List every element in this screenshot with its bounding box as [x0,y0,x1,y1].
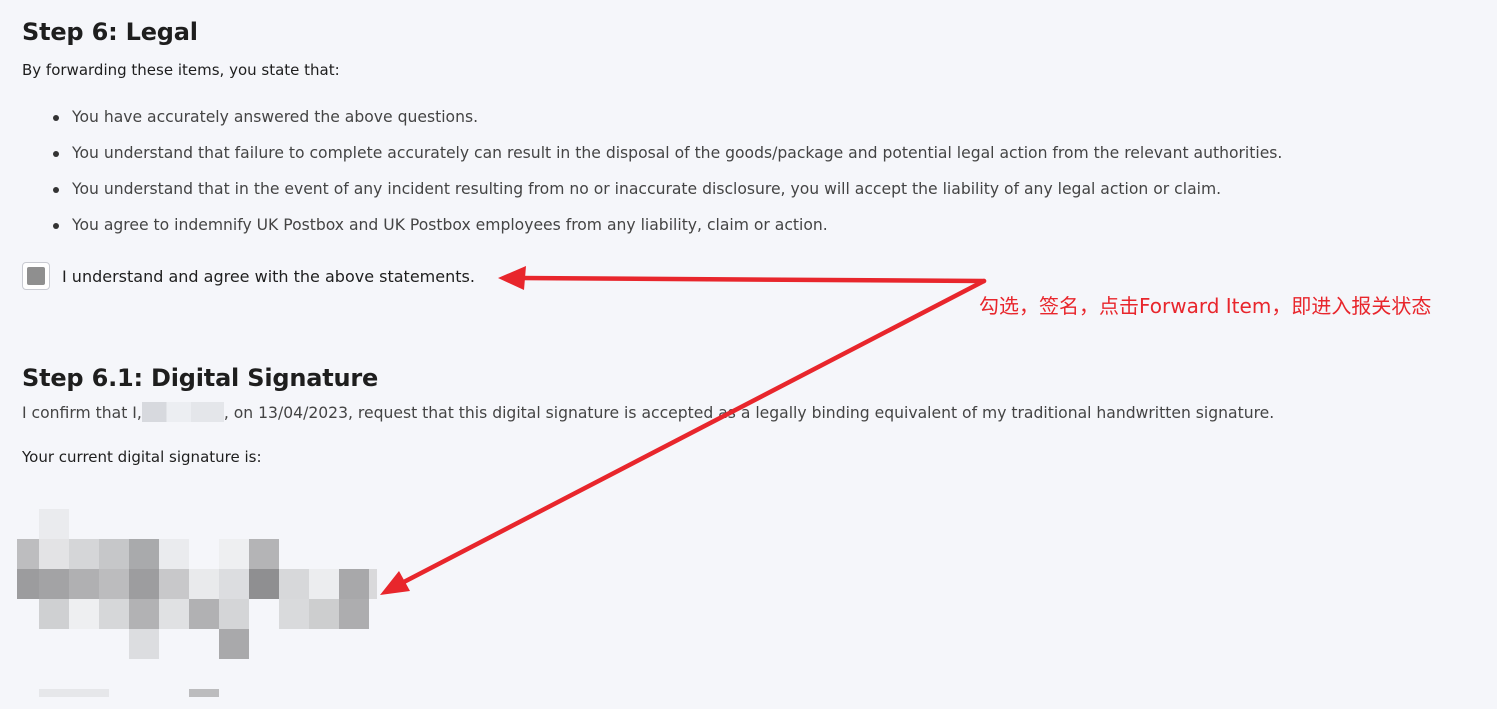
arrow-line-to-signature [397,278,987,587]
checkbox-fill [27,267,45,285]
legal-statement: You have accurately answered the above q… [22,99,1282,135]
redacted-name [141,402,224,422]
confirm-prefix: I confirm that I, [22,404,142,422]
arrowhead-checkbox [498,266,526,290]
current-signature-label: Your current digital signature is: [22,448,262,466]
arrowhead-signature [380,571,410,595]
legal-intro: By forwarding these items, you state tha… [22,61,340,79]
agree-row[interactable]: I understand and agree with the above st… [22,261,475,291]
annotation-note: 勾选，签名，点击Forward Item，即进入报关状态 [979,294,1432,318]
legal-statements-list: You have accurately answered the above q… [22,99,1282,243]
arrow-line-to-checkbox [517,275,987,284]
agree-label[interactable]: I understand and agree with the above st… [62,267,475,286]
signature-confirm-text: I confirm that I, , on 13/04/2023, reques… [22,402,1275,422]
legal-statement: You agree to indemnify UK Postbox and UK… [22,207,1282,243]
agree-checkbox[interactable] [22,262,50,290]
confirm-suffix: , on 13/04/2023, request that this digit… [223,404,1275,422]
signature-title: Step 6.1: Digital Signature [22,364,379,392]
legal-statement: You understand that failure to complete … [22,135,1282,171]
legal-statement: You understand that in the event of any … [22,171,1282,207]
legal-title: Step 6: Legal [22,18,198,46]
